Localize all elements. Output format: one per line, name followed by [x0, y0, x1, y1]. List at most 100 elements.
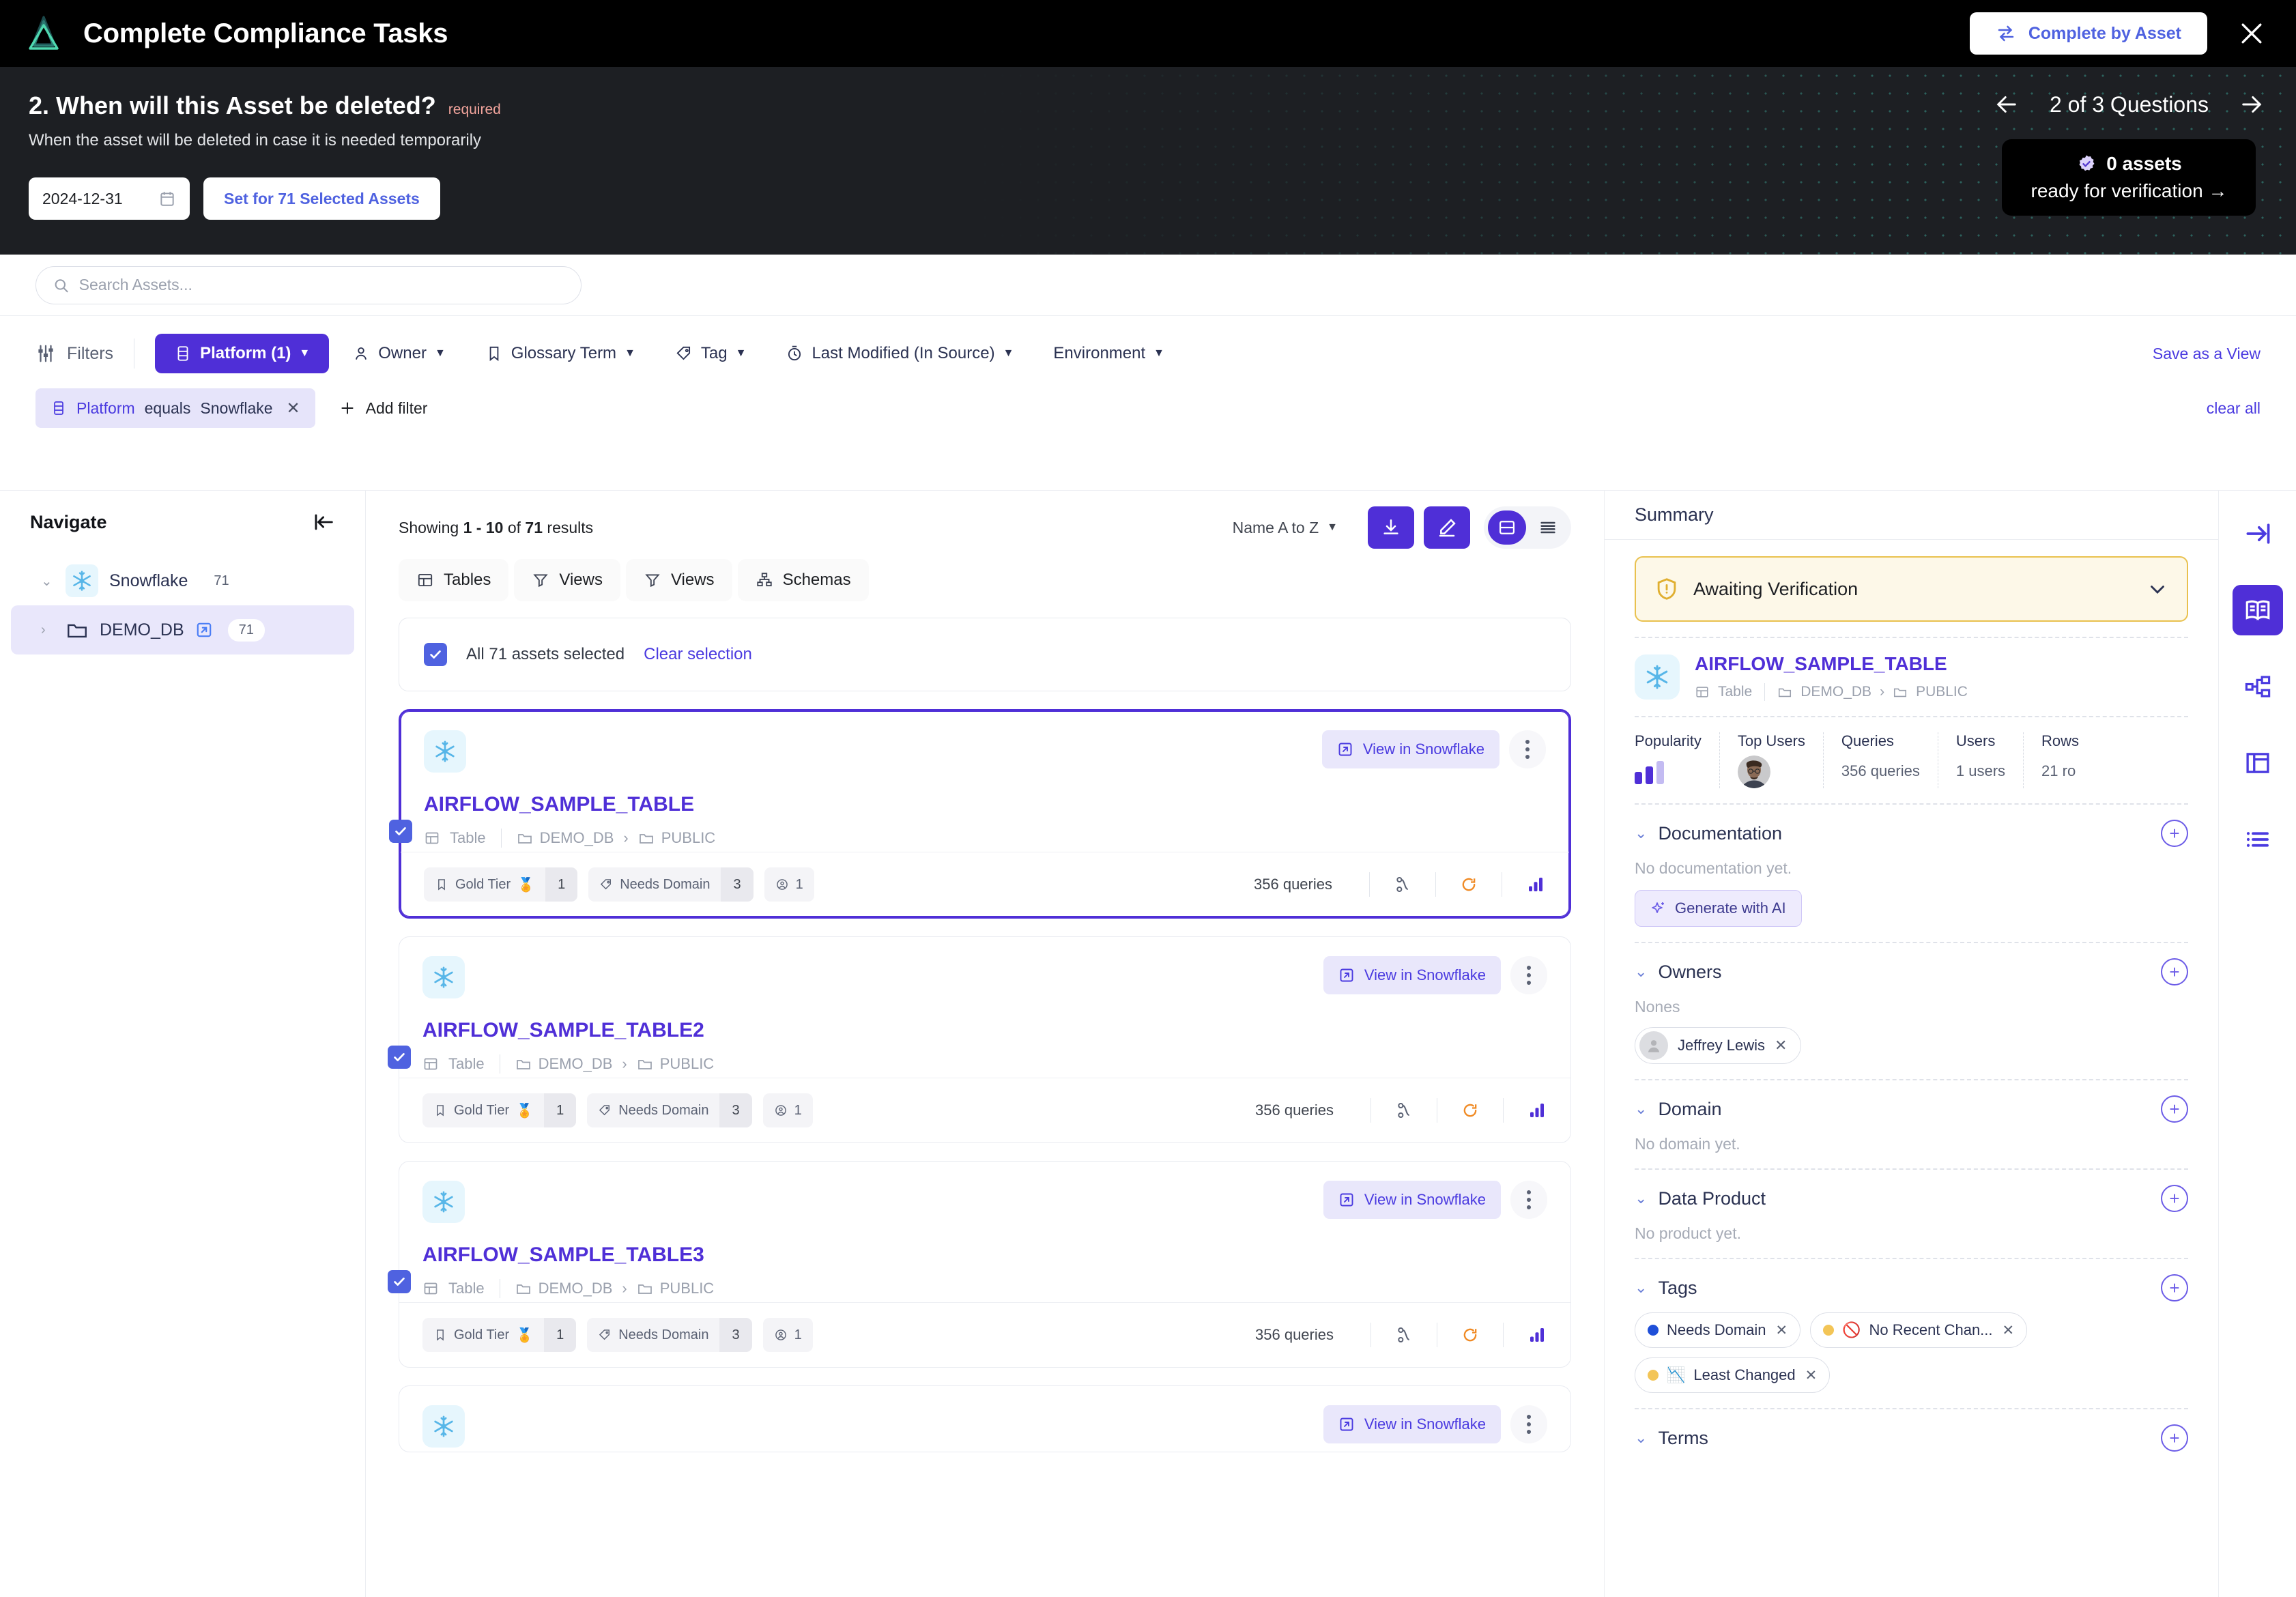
filter-chip-environment[interactable]: Environment ▼: [1037, 334, 1181, 373]
chevron-down-icon[interactable]: ⌄: [1635, 1190, 1647, 1207]
asset-card[interactable]: View in Snowflake AIRFLOW_SAMPLE_TABLE T…: [389, 709, 1571, 919]
external-link-icon[interactable]: [195, 621, 213, 639]
remove-tag-icon[interactable]: ✕: [1776, 1322, 1788, 1339]
add-domain-button[interactable]: +: [2161, 1095, 2188, 1123]
tab-views-2[interactable]: Views: [625, 559, 732, 601]
filter-chip-platform[interactable]: Platform (1) ▼: [155, 334, 330, 373]
collapse-left-icon[interactable]: [311, 508, 338, 536]
tier-pill[interactable]: Gold Tier 🏅 1: [422, 1093, 577, 1127]
asset-name[interactable]: AIRFLOW_SAMPLE_TABLE3: [422, 1243, 1547, 1267]
add-tag-button[interactable]: +: [2161, 1274, 2188, 1301]
owner-chip[interactable]: Jeffrey Lewis ✕: [1635, 1027, 1802, 1064]
asset-more-menu[interactable]: [1509, 730, 1546, 768]
properties-list-icon[interactable]: [2233, 814, 2283, 865]
chevron-down-icon[interactable]: ⌄: [1635, 1429, 1647, 1447]
freshness-icon[interactable]: [1461, 1325, 1480, 1344]
verification-status-box[interactable]: Awaiting Verification: [1635, 556, 2188, 622]
add-data-product-button[interactable]: +: [2161, 1185, 2188, 1212]
remove-owner-icon[interactable]: ✕: [1775, 1037, 1787, 1054]
overview-book-icon[interactable]: [2232, 585, 2283, 635]
ready-for-verification-card[interactable]: 0 assets ready for verification →: [2002, 139, 2256, 216]
users-pill[interactable]: 1: [762, 1093, 813, 1127]
date-input[interactable]: 2024-12-31: [29, 177, 190, 220]
filter-chip-owner[interactable]: Owner ▼: [336, 334, 462, 373]
view-in-snowflake-button[interactable]: View in Snowflake: [1323, 1405, 1501, 1443]
nav-node-snowflake[interactable]: ⌄ Snowflake 71: [11, 556, 354, 605]
add-term-button[interactable]: +: [2161, 1424, 2188, 1452]
domain-pill[interactable]: Needs Domain 3: [587, 1318, 752, 1352]
download-button[interactable]: [1368, 506, 1414, 549]
shield-alert-icon: [1657, 578, 1676, 600]
tag-chip[interactable]: Needs Domain ✕: [1635, 1312, 1801, 1348]
tag-chip[interactable]: 📉 Least Changed ✕: [1635, 1357, 1831, 1393]
close-icon[interactable]: [2230, 12, 2273, 55]
lineage-icon[interactable]: [2233, 661, 2283, 712]
complete-by-asset-button[interactable]: Complete by Asset: [1969, 12, 2207, 55]
lineage-icon[interactable]: [1394, 1325, 1414, 1344]
asset-more-menu[interactable]: [1510, 1181, 1547, 1219]
view-list-button[interactable]: [1529, 510, 1567, 545]
search-input[interactable]: [78, 276, 564, 294]
tab-tables[interactable]: Tables: [399, 559, 509, 601]
summary-asset-name[interactable]: AIRFLOW_SAMPLE_TABLE: [1695, 653, 1968, 675]
tier-pill[interactable]: Gold Tier 🏅 1: [422, 1318, 577, 1352]
remove-filter-icon[interactable]: ✕: [287, 399, 300, 418]
clear-all-button[interactable]: clear all: [2207, 399, 2261, 418]
sort-dropdown[interactable]: Name A to Z ▼: [1233, 519, 1338, 537]
avatar[interactable]: [1737, 756, 1770, 788]
tab-views-1[interactable]: Views: [514, 559, 620, 601]
lineage-icon[interactable]: [1394, 1101, 1414, 1120]
select-all-checkbox[interactable]: [424, 643, 447, 666]
freshness-icon[interactable]: [1461, 1101, 1480, 1120]
add-filter-button[interactable]: Add filter: [339, 399, 427, 418]
domain-pill[interactable]: Needs Domain 3: [587, 1093, 752, 1127]
next-question-button[interactable]: [2236, 89, 2267, 120]
users-pill[interactable]: 1: [764, 867, 814, 902]
popularity-icon[interactable]: [1527, 1325, 1547, 1345]
add-owner-button[interactable]: +: [2161, 958, 2188, 985]
prev-question-button[interactable]: [1991, 89, 2022, 120]
chevron-down-icon[interactable]: ⌄: [1635, 963, 1647, 981]
asset-name[interactable]: AIRFLOW_SAMPLE_TABLE: [424, 793, 1546, 816]
chevron-down-icon[interactable]: ⌄: [1635, 1279, 1647, 1297]
view-in-snowflake-button[interactable]: View in Snowflake: [1321, 730, 1499, 768]
stat-label: Top Users: [1737, 732, 1805, 749]
chevron-down-icon[interactable]: ⌄: [1635, 1100, 1647, 1118]
asset-more-menu[interactable]: [1510, 1405, 1547, 1443]
tier-pill[interactable]: Gold Tier 🏅 1: [424, 867, 578, 902]
generate-with-ai-button[interactable]: Generate with AI: [1635, 890, 1802, 927]
asset-card[interactable]: View in Snowflake AIRFLOW_SAMPLE_TABLE2 …: [388, 936, 1571, 1143]
asset-card[interactable]: View in Snowflake: [399, 1385, 1571, 1452]
popularity-icon[interactable]: [1525, 874, 1546, 895]
users-pill[interactable]: 1: [762, 1318, 813, 1352]
tab-schemas[interactable]: Schemas: [737, 559, 869, 601]
view-card-button[interactable]: [1488, 510, 1526, 545]
chevron-down-icon[interactable]: [2146, 577, 2169, 601]
domain-pill[interactable]: Needs Domain 3: [588, 867, 754, 902]
columns-icon[interactable]: [2233, 738, 2283, 788]
asset-more-menu[interactable]: [1510, 956, 1547, 994]
save-as-view-button[interactable]: Save as a View: [2153, 345, 2261, 363]
asset-card[interactable]: View in Snowflake AIRFLOW_SAMPLE_TABLE3 …: [388, 1161, 1571, 1368]
set-for-selected-assets-button[interactable]: Set for 71 Selected Assets: [203, 177, 440, 220]
view-in-snowflake-button[interactable]: View in Snowflake: [1323, 1181, 1501, 1219]
lineage-icon[interactable]: [1393, 875, 1412, 894]
freshness-icon[interactable]: [1459, 875, 1478, 894]
view-in-snowflake-button[interactable]: View in Snowflake: [1323, 956, 1501, 994]
expand-right-icon[interactable]: [2233, 508, 2283, 559]
add-documentation-button[interactable]: +: [2161, 820, 2188, 847]
filter-chip-last-modified[interactable]: Last Modified (In Source) ▼: [769, 334, 1030, 373]
remove-tag-icon[interactable]: ✕: [2003, 1322, 2015, 1339]
search-input-wrapper[interactable]: [35, 265, 582, 304]
filter-chip-glossary-term[interactable]: Glossary Term ▼: [469, 334, 652, 373]
clear-selection-button[interactable]: Clear selection: [644, 645, 752, 664]
asset-name[interactable]: AIRFLOW_SAMPLE_TABLE2: [422, 1019, 1547, 1042]
nav-node-demo-db[interactable]: › DEMO_DB 71: [11, 605, 354, 654]
applied-filter-platform[interactable]: Platform equals Snowflake ✕: [35, 388, 315, 428]
tag-chip[interactable]: 🚫 No Recent Chan... ✕: [1810, 1312, 2028, 1348]
remove-tag-icon[interactable]: ✕: [1805, 1367, 1818, 1384]
filter-chip-tag[interactable]: Tag ▼: [659, 334, 763, 373]
bulk-edit-button[interactable]: [1424, 506, 1470, 549]
chevron-down-icon[interactable]: ⌄: [1635, 824, 1647, 842]
popularity-icon[interactable]: [1527, 1100, 1547, 1121]
